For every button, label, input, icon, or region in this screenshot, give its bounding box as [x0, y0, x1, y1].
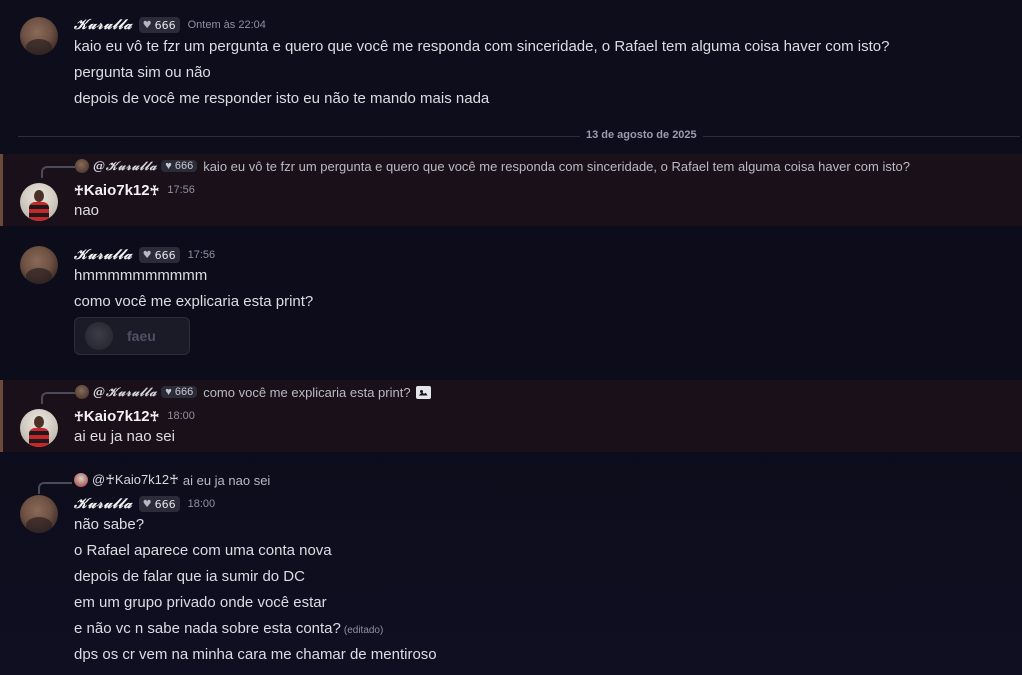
- attachment-card[interactable]: faeu: [74, 317, 190, 355]
- chat-log: 𝒦𝓊𝓇𝓊𝓁𝓁𝒶 ♥ 666 Ontem às 22:04 kaio eu vô t…: [0, 0, 1022, 675]
- reply-username: @𝒦𝓊𝓇𝓊𝓁𝓁𝒶: [93, 385, 158, 399]
- reply-spine: [41, 166, 75, 178]
- timestamp: 18:00: [187, 498, 216, 510]
- reply-username: @𝒦𝓊𝓇𝓊𝓁𝓁𝒶: [93, 159, 158, 173]
- username[interactable]: 𝒦𝓊𝓇𝓊𝓁𝓁𝒶: [74, 496, 133, 512]
- message-group: @𝒦𝓊𝓇𝓊𝓁𝓁𝒶 ♥ 666 como você me explicaria e…: [0, 380, 1022, 452]
- message-text: o Rafael aparece com uma conta nova: [74, 542, 332, 559]
- role-badge[interactable]: ♥ 666: [138, 17, 180, 33]
- username[interactable]: ♰Kaio7k12♰: [74, 182, 159, 199]
- message-text: dps os cr vem na minha cara me chamar de…: [74, 646, 437, 663]
- attachment-label: faeu: [127, 328, 156, 344]
- reply-username: @♰Kaio7k12♰: [92, 472, 179, 487]
- attachment-thumbnail: [85, 322, 113, 350]
- reply-avatar: [75, 385, 89, 399]
- heart-icon: ♥: [165, 160, 172, 172]
- message-group: @♰Kaio7k12♰ ai eu ja nao sei 𝒦𝓊𝓇𝓊𝓁𝓁𝒶 ♥ 66…: [0, 468, 1022, 675]
- reply-spine: [41, 392, 75, 404]
- reply-preview[interactable]: @♰Kaio7k12♰ ai eu ja nao sei: [74, 471, 270, 489]
- message-text: nao: [74, 202, 100, 219]
- timestamp: 17:56: [167, 184, 195, 196]
- message-text: não sabe?: [74, 516, 145, 533]
- avatar[interactable]: [20, 183, 58, 221]
- message-text: como você me explicaria esta print?: [74, 293, 314, 310]
- reply-badge: ♥ 666: [161, 160, 198, 172]
- edited-label: (editado): [343, 625, 384, 636]
- message-text: kaio eu vô te fzr um pergunta e quero qu…: [74, 38, 890, 55]
- heart-icon: ♥: [142, 249, 152, 261]
- reply-avatar: [74, 473, 88, 487]
- username[interactable]: 𝒦𝓊𝓇𝓊𝓁𝓁𝒶: [74, 247, 133, 263]
- message-text: depois de você me responder isto eu não …: [74, 90, 490, 107]
- heart-icon: ♥: [165, 386, 172, 398]
- reply-badge: ♥ 666: [161, 386, 198, 398]
- image-icon: [415, 385, 431, 399]
- role-badge[interactable]: ♥ 666: [138, 247, 180, 263]
- reply-preview[interactable]: @𝒦𝓊𝓇𝓊𝓁𝓁𝒶 ♥ 666 kaio eu vô te fzr um perg…: [75, 157, 910, 175]
- timestamp: 17:56: [187, 249, 216, 261]
- reply-preview[interactable]: @𝒦𝓊𝓇𝓊𝓁𝓁𝒶 ♥ 666 como você me explicaria e…: [75, 383, 431, 401]
- heart-icon: ♥: [142, 498, 152, 510]
- reply-text: ai eu ja nao sei: [182, 472, 271, 488]
- timestamp: Ontem às 22:04: [187, 19, 266, 31]
- message-text: e não vc n sabe nada sobre esta conta? (e…: [74, 620, 384, 637]
- reply-avatar: [75, 159, 89, 173]
- username[interactable]: 𝒦𝓊𝓇𝓊𝓁𝓁𝒶: [74, 17, 133, 33]
- message-text: depois de falar que ia sumir do DC: [74, 568, 305, 585]
- message-text: ai eu ja nao sei: [74, 428, 175, 445]
- message-text: em um grupo privado onde você estar: [74, 594, 327, 611]
- date-divider-label: 13 de agosto de 2025: [580, 129, 703, 141]
- avatar[interactable]: [20, 17, 58, 55]
- reply-spine: [38, 482, 72, 494]
- message-group: @𝒦𝓊𝓇𝓊𝓁𝓁𝒶 ♥ 666 kaio eu vô te fzr um perg…: [0, 154, 1022, 226]
- date-divider: [18, 136, 1020, 137]
- message-text: pergunta sim ou não: [74, 64, 211, 81]
- reply-text: como você me explicaria esta print?: [203, 384, 411, 400]
- avatar[interactable]: [20, 246, 58, 284]
- reply-text: kaio eu vô te fzr um pergunta e quero qu…: [203, 158, 910, 174]
- avatar[interactable]: [20, 495, 58, 533]
- heart-icon: ♥: [142, 19, 152, 31]
- message-text: hmmmmmmmmmm: [74, 267, 208, 284]
- username[interactable]: ♰Kaio7k12♰: [74, 408, 159, 425]
- avatar[interactable]: [20, 409, 58, 447]
- message-group: 𝒦𝓊𝓇𝓊𝓁𝓁𝒶 ♥ 666 Ontem às 22:04 kaio eu vô t…: [0, 0, 1022, 120]
- role-badge[interactable]: ♥ 666: [138, 496, 180, 512]
- timestamp: 18:00: [167, 410, 195, 422]
